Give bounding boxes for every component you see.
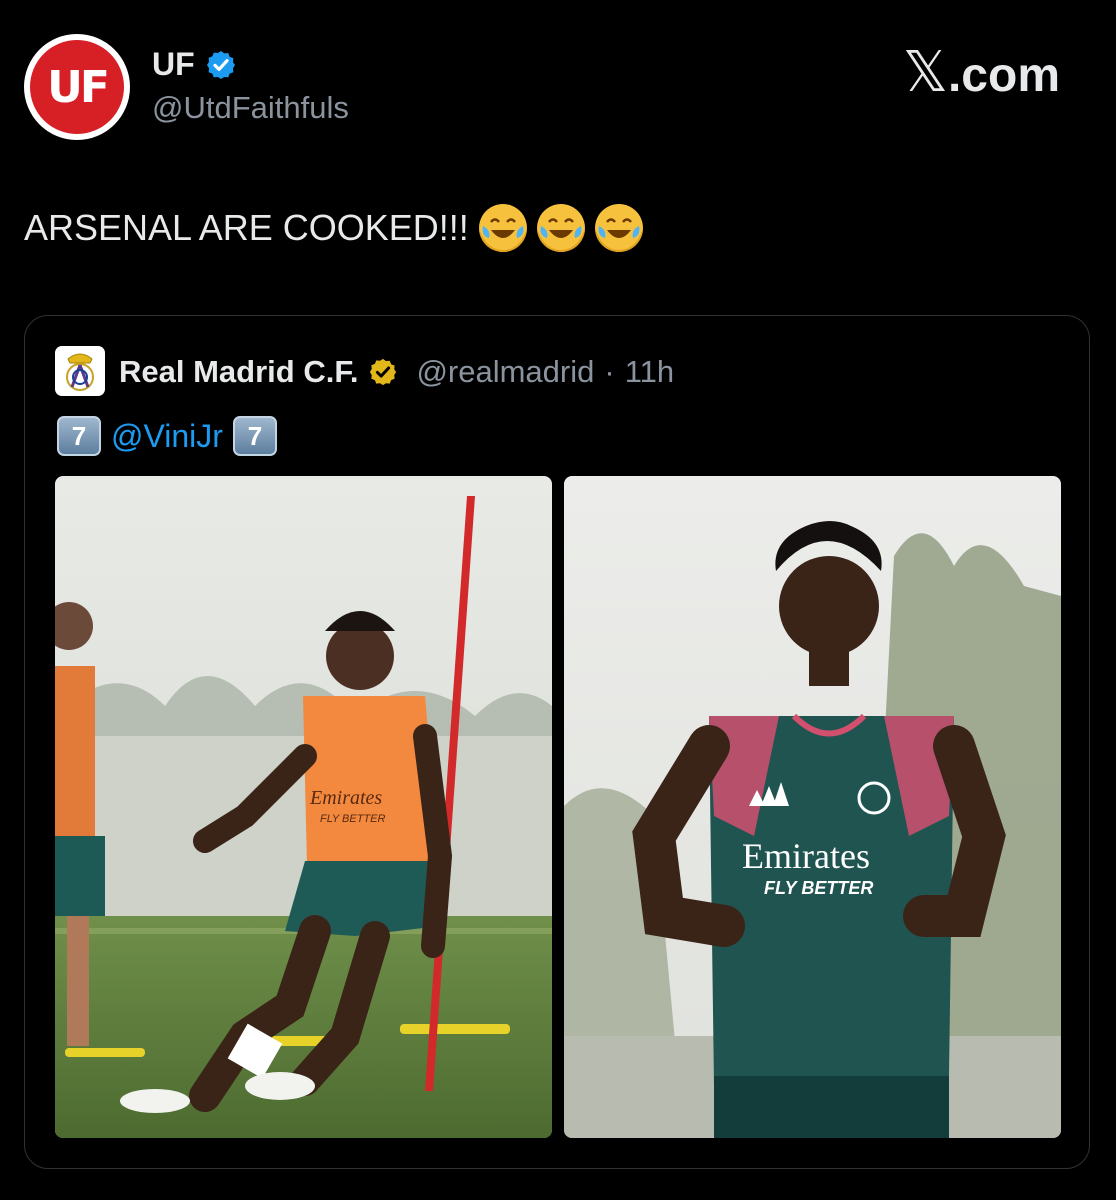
author-handle[interactable]: @UtdFaithfuls <box>152 90 349 126</box>
post-text-content: ARSENAL ARE COOKED!!! <box>24 207 469 248</box>
real-madrid-crest-avatar[interactable] <box>55 346 105 396</box>
shirt-sponsor-text: Emirates <box>742 836 870 876</box>
tears-of-joy-emoji-icon <box>594 204 643 252</box>
x-logo-icon: 𝕏 <box>902 40 948 105</box>
tweet-screenshot: UF UF @UtdFaithfuls 𝕏 .com ARSENAL ARE C… <box>0 0 1116 1200</box>
post-text: ARSENAL ARE COOKED!!! <box>24 204 643 252</box>
bib-slogan-text: FLY BETTER <box>320 813 385 825</box>
author-name-text: UF <box>152 46 195 82</box>
meta-separator: · <box>604 354 615 389</box>
training-photo-right[interactable]: Emirates FLY BETTER <box>564 476 1061 1138</box>
quoted-text: 7 @ViniJr 7 <box>57 416 277 456</box>
quoted-tweet-card[interactable]: Real Madrid C.F. @realmadrid · 11h 7 @Vi… <box>24 315 1090 1169</box>
keycap-seven-emoji-icon: 7 <box>232 416 277 456</box>
mention-link[interactable]: @ViniJr <box>111 418 223 455</box>
quoted-author-name[interactable]: Real Madrid C.F. <box>119 354 358 390</box>
shirt-slogan-text: FLY BETTER <box>764 878 873 898</box>
gold-verified-badge-icon <box>370 358 397 386</box>
verified-badge-icon <box>206 50 235 79</box>
real-madrid-crest-icon <box>66 353 94 391</box>
bib-sponsor-text: Emirates <box>309 787 382 809</box>
tears-of-joy-emoji-icon <box>536 204 585 252</box>
training-photo-left[interactable]: Emirates FLY BETTER <box>55 476 552 1138</box>
author-avatar[interactable]: UF <box>24 34 130 140</box>
x-logo-text: .com <box>947 49 1060 102</box>
author-name[interactable]: UF <box>152 46 237 83</box>
quoted-author-line: Real Madrid C.F. @realmadrid · 11h <box>119 354 674 390</box>
tears-of-joy-emoji-icon <box>478 204 527 252</box>
avatar-logo: UF <box>30 40 124 134</box>
quoted-timestamp[interactable]: 11h <box>625 354 674 390</box>
keycap-seven-emoji-icon: 7 <box>57 416 101 456</box>
x-com-logo: 𝕏 .com <box>903 40 1060 105</box>
quoted-author-handle[interactable]: @realmadrid <box>416 354 594 390</box>
